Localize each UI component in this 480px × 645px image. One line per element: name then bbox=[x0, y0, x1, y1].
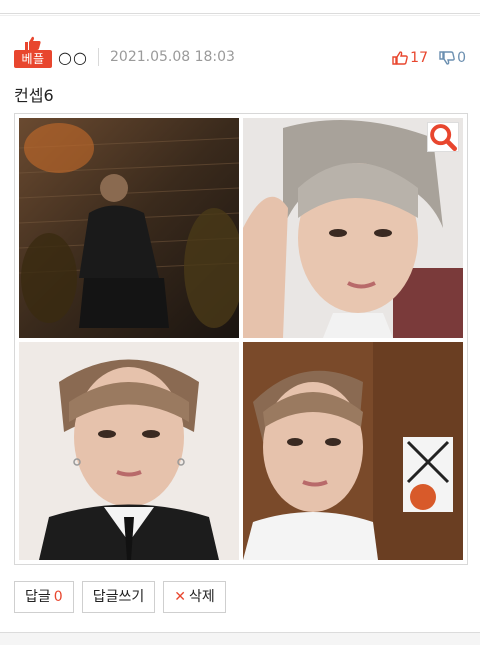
best-badge: 베플 bbox=[14, 36, 52, 68]
gallery-image-3[interactable] bbox=[19, 342, 239, 560]
dislike-count: 0 bbox=[457, 50, 466, 66]
thumbs-up-icon bbox=[392, 51, 408, 65]
photo-portrait-suit bbox=[19, 342, 239, 560]
delete-label: 삭제 bbox=[188, 589, 215, 605]
top-divider bbox=[0, 13, 480, 14]
dislike-button[interactable]: 0 bbox=[439, 50, 466, 66]
gallery-image-4[interactable] bbox=[243, 342, 463, 560]
header-separator bbox=[98, 48, 99, 66]
zoom-button[interactable] bbox=[427, 122, 459, 152]
top-divider-shadow bbox=[0, 15, 480, 16]
like-count: 17 bbox=[410, 50, 428, 66]
author-name[interactable]: ○○ bbox=[58, 48, 88, 67]
reply-count: 0 bbox=[53, 589, 63, 605]
post-date: 2021.05.08 18:03 bbox=[110, 49, 235, 65]
like-button[interactable]: 17 bbox=[392, 50, 428, 66]
magnifier-icon bbox=[430, 124, 457, 151]
delete-button[interactable]: ✕ 삭제 bbox=[163, 581, 226, 613]
thumbs-up-icon bbox=[25, 36, 41, 50]
reply-button[interactable]: 답글 0 bbox=[14, 581, 74, 613]
write-reply-label: 답글쓰기 bbox=[92, 589, 145, 605]
close-icon: ✕ bbox=[174, 589, 186, 605]
write-reply-button[interactable]: 답글쓰기 bbox=[81, 581, 156, 613]
gallery-image-1[interactable] bbox=[19, 118, 239, 338]
comment-header: 베플 ○○ 2021.05.08 18:03 17 0 bbox=[14, 36, 466, 76]
thumbs-down-icon bbox=[439, 51, 455, 65]
photo-wooden-door bbox=[243, 342, 463, 560]
comment-actions: 답글 0 답글쓰기 ✕ 삭제 bbox=[14, 581, 226, 613]
image-gallery[interactable] bbox=[14, 113, 468, 565]
reply-label: 답글 bbox=[25, 589, 51, 605]
bottom-spacer bbox=[0, 633, 480, 645]
gallery-image-2[interactable] bbox=[243, 118, 463, 338]
photo-brick-wall bbox=[19, 118, 239, 338]
best-badge-label: 베플 bbox=[14, 50, 52, 68]
comment-text: 컨셉6 bbox=[14, 86, 54, 105]
